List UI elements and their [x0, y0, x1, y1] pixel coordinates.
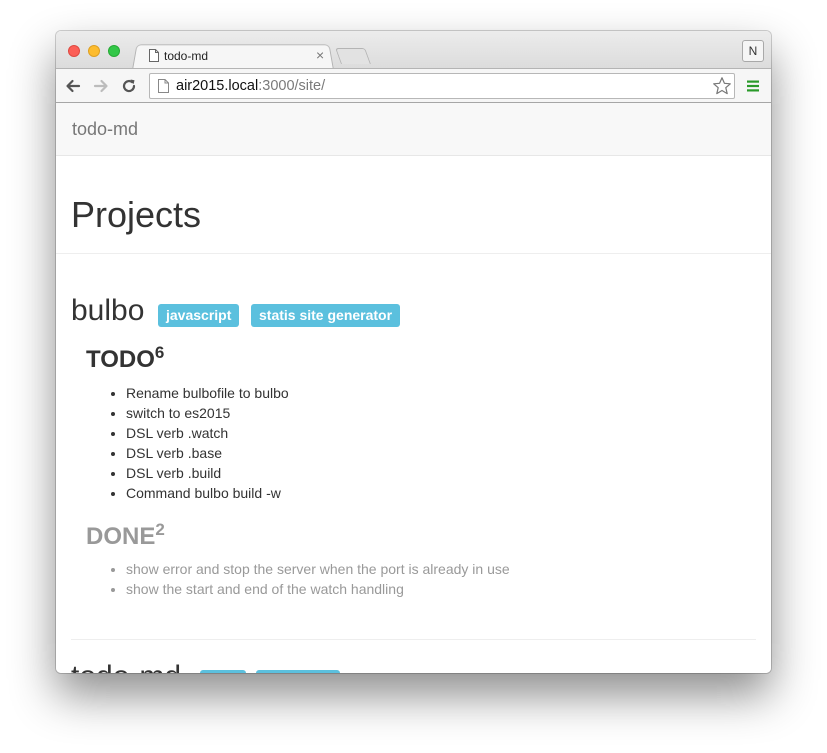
done-list: show error and stop the server when the …	[106, 559, 510, 599]
todo-item: switch to es2015	[126, 403, 289, 423]
todo-item: Command bulbo build -w	[126, 483, 289, 503]
todo-item: DSL verb .build	[126, 463, 289, 483]
done-count: 2	[155, 520, 165, 539]
todo-list: Rename bulbofile to bulbo switch to es20…	[106, 383, 289, 503]
address-bar[interactable]: air2015.local:3000/site/	[149, 73, 735, 99]
page-title: Projects	[71, 194, 202, 235]
screenshot-stage: todo-md × N air2015.local:3000/site/ tod…	[0, 0, 827, 753]
project-tag: statis site generator	[251, 304, 401, 327]
new-tab-button[interactable]	[335, 48, 371, 64]
todo-label: TODO	[86, 346, 155, 373]
project-tag: javascript	[158, 304, 240, 327]
tab-close-icon[interactable]: ×	[316, 47, 324, 63]
url-text: air2015.local:3000/site/	[176, 78, 325, 94]
site-navbar: todo-md	[56, 103, 771, 156]
todo-item: DSL verb .watch	[126, 423, 289, 443]
done-item: show the start and end of the watch hand…	[126, 579, 510, 599]
active-tab-content: todo-md ×	[148, 46, 328, 66]
bookmark-star-icon[interactable]	[712, 76, 732, 96]
url-path: :3000/site/	[258, 78, 326, 94]
window-close-button[interactable]	[68, 45, 80, 57]
page-icon	[158, 79, 169, 93]
profile-button[interactable]: N	[742, 40, 764, 62]
project-name: todo-md	[71, 659, 181, 673]
done-label: DONE	[86, 523, 156, 550]
browser-toolbar: air2015.local:3000/site/	[56, 68, 771, 103]
forward-arrow-icon[interactable]	[92, 77, 110, 95]
page-icon	[149, 49, 159, 62]
project-tag	[200, 670, 246, 673]
todo-count: 6	[154, 343, 165, 362]
tab-strip: todo-md × N	[56, 31, 771, 70]
window-maximize-button[interactable]	[108, 45, 120, 57]
tab-title: todo-md	[164, 49, 209, 63]
back-arrow-icon[interactable]	[64, 77, 82, 95]
browser-window: todo-md × N air2015.local:3000/site/ tod…	[56, 31, 771, 673]
reload-icon[interactable]	[120, 77, 138, 95]
todo-item: DSL verb .base	[126, 443, 289, 463]
divider	[56, 253, 771, 254]
project-name: bulbo	[71, 294, 145, 327]
done-heading: DONE2	[86, 520, 165, 551]
todo-heading: TODO6	[86, 343, 165, 374]
divider	[71, 639, 756, 640]
url-host: air2015.local	[176, 78, 259, 94]
project-tag	[256, 670, 340, 673]
done-item: show error and stop the server when the …	[126, 559, 510, 579]
todo-item: Rename bulbofile to bulbo	[126, 383, 289, 403]
window-minimize-button[interactable]	[88, 45, 100, 57]
page-content: todo-md Projects bulbo javascript statis…	[56, 103, 771, 673]
hamburger-menu-icon[interactable]	[746, 79, 760, 93]
site-brand-link[interactable]: todo-md	[72, 119, 138, 140]
